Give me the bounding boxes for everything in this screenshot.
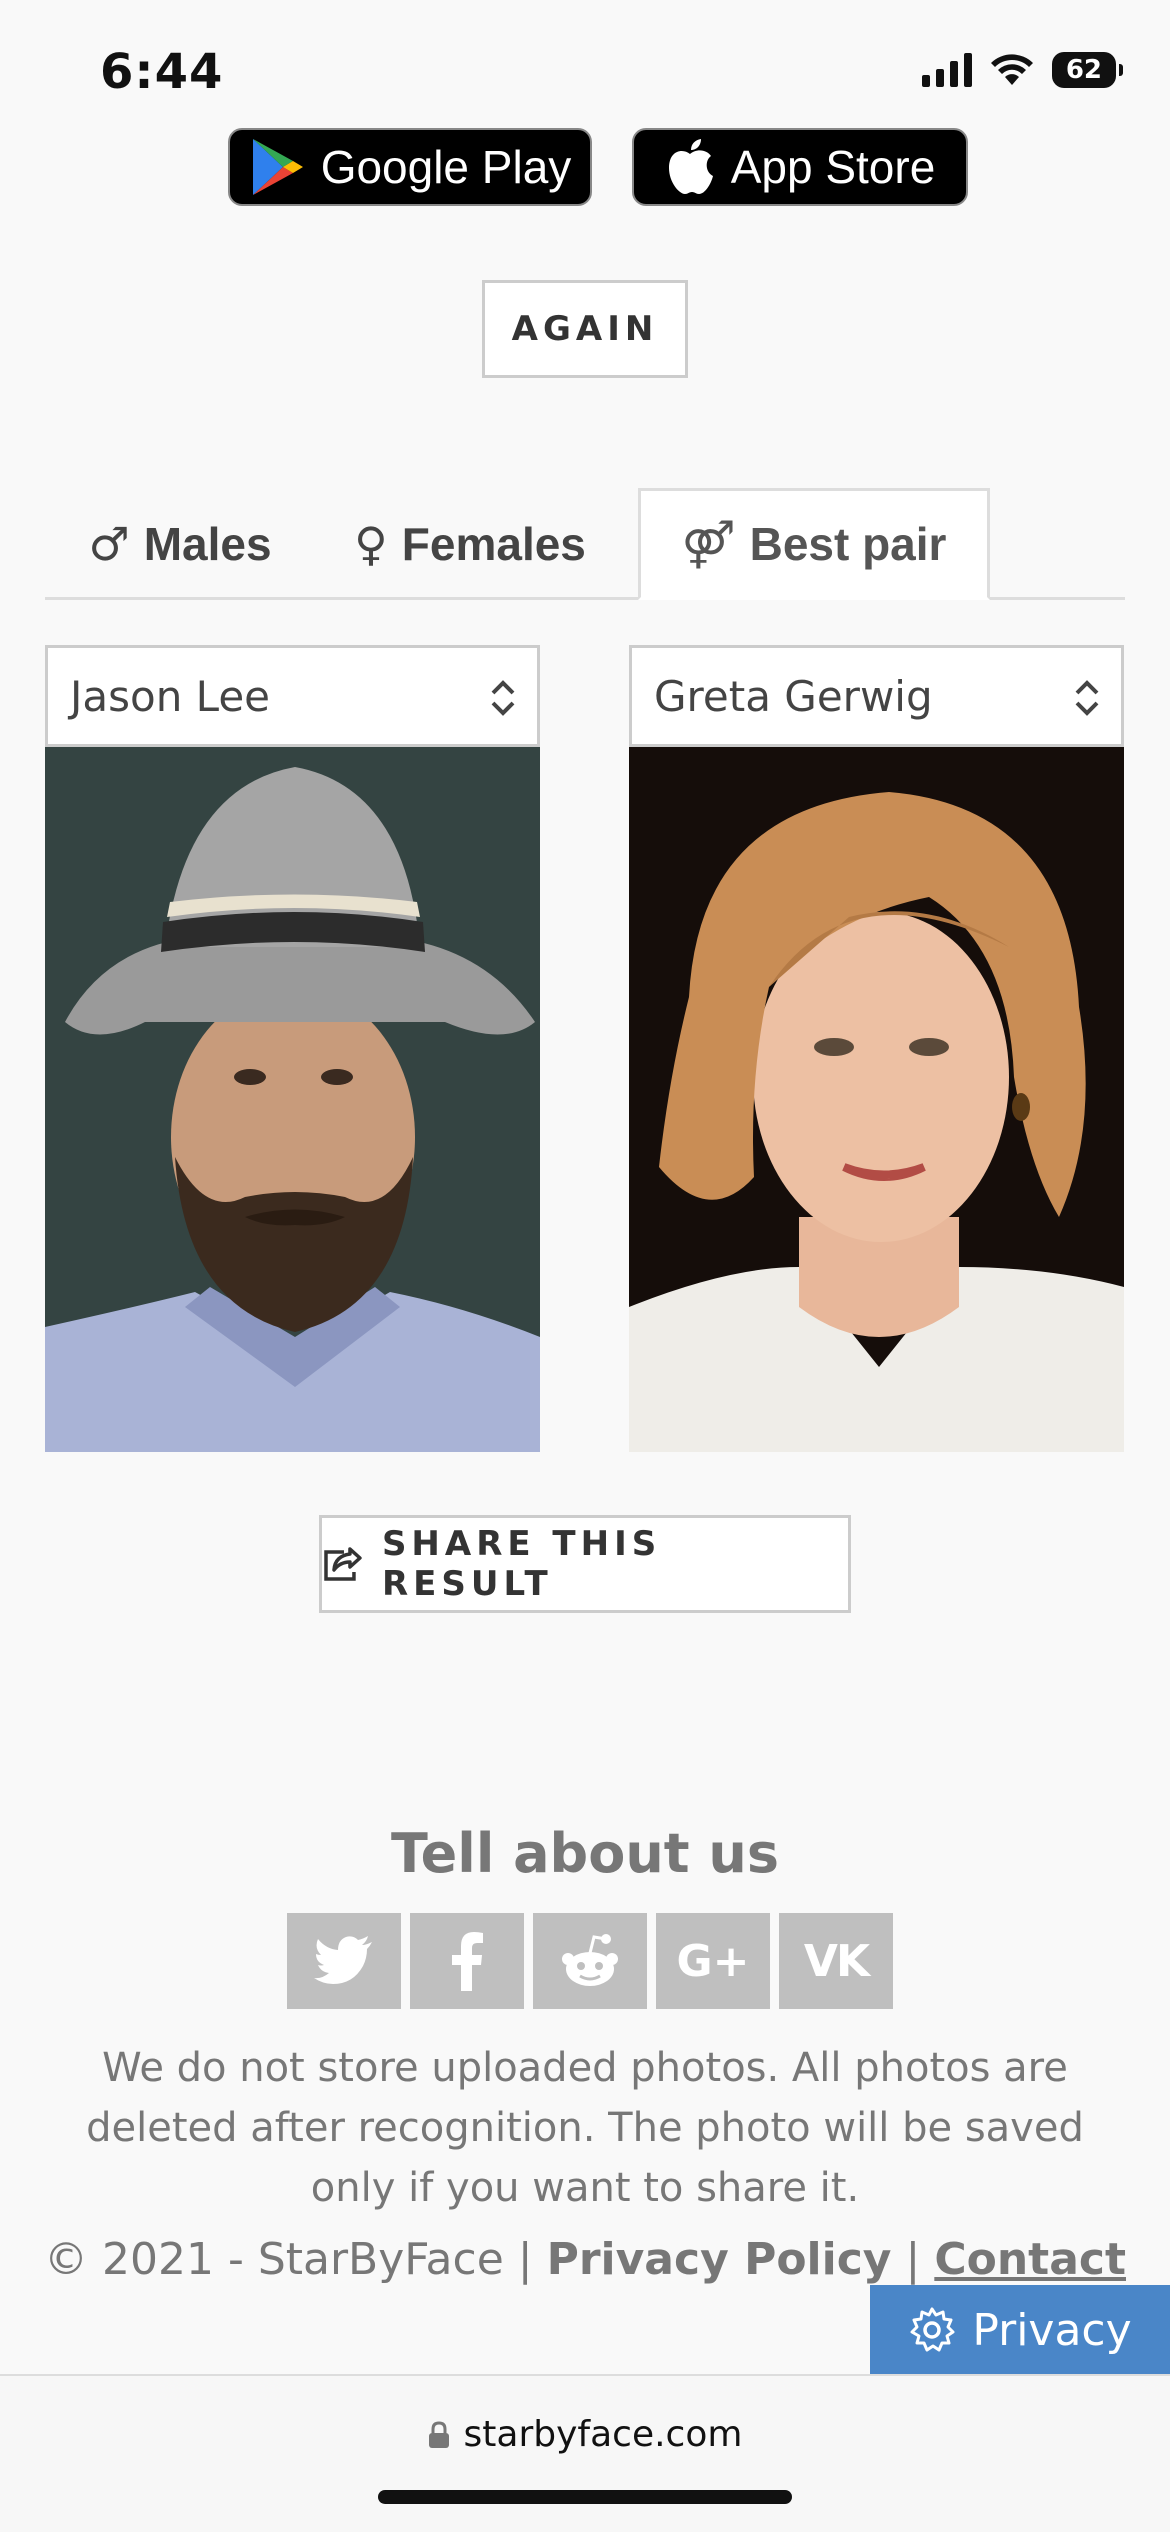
url-text: starbyface.com: [463, 2414, 743, 2455]
google-plus-icon: G+: [676, 1935, 750, 1987]
google-play-label: Google Play: [320, 141, 572, 193]
share-result-button[interactable]: SHARE THIS RESULT: [319, 1515, 851, 1613]
select-arrows-icon: [1075, 680, 1099, 716]
app-store-badge[interactable]: App Store: [632, 128, 968, 206]
tell-about-us-heading: Tell about us: [391, 1822, 779, 1885]
male-celebrity-select[interactable]: Jason Lee: [45, 645, 540, 747]
vk-share-button[interactable]: VK: [779, 1913, 893, 2009]
tab-females-label: Females: [401, 518, 586, 570]
select-arrows-icon: [491, 680, 515, 716]
google-plus-share-button[interactable]: G+: [656, 1913, 770, 2009]
vk-icon: VK: [803, 1935, 870, 1987]
gear-icon: [910, 2307, 955, 2352]
status-time: 6:44: [100, 44, 224, 100]
footer-separator: |: [905, 2234, 921, 2285]
twitter-icon: [314, 1936, 372, 1984]
facebook-icon: [452, 1932, 483, 1991]
reddit-icon: [562, 1934, 618, 1986]
cellular-signal-icon: [921, 53, 972, 87]
lock-icon: [428, 2420, 449, 2448]
facebook-share-button[interactable]: [410, 1913, 524, 2009]
privacy-button-label: Privacy: [972, 2304, 1132, 2356]
again-button[interactable]: AGAIN: [482, 280, 688, 378]
home-indicator[interactable]: [378, 2490, 792, 2504]
footer-copyright-line: © 2021 - StarByFace | Privacy Policy | C…: [0, 2234, 1170, 2285]
privacy-settings-button[interactable]: Privacy: [870, 2285, 1170, 2375]
share-icon: [324, 1547, 362, 1581]
share-result-label: SHARE THIS RESULT: [381, 1524, 662, 1604]
app-store-label: App Store: [730, 141, 936, 193]
tab-best-pair-label: Best pair: [749, 518, 947, 570]
contact-link[interactable]: Contact: [934, 2234, 1126, 2285]
google-play-badge[interactable]: Google Play: [228, 128, 592, 206]
browser-address-bar[interactable]: starbyface.com: [0, 2374, 1170, 2532]
tab-males-label: Males: [143, 518, 272, 570]
status-icons: 62: [921, 52, 1124, 88]
tab-females[interactable]: ♀ Females: [340, 488, 600, 600]
google-play-icon: [252, 139, 303, 195]
female-icon: ♀: [354, 517, 388, 571]
wifi-icon: [990, 54, 1033, 85]
male-celebrity-photo: [45, 747, 540, 1452]
male-celebrity-value: Jason Lee: [70, 671, 271, 721]
copyright-text: © 2021 - StarByFace: [44, 2234, 504, 2285]
tab-males[interactable]: ♂ Males: [60, 488, 300, 600]
footer-separator: |: [517, 2234, 533, 2285]
female-celebrity-value: Greta Gerwig: [654, 671, 933, 721]
privacy-disclaimer: We do not store uploaded photos. All pho…: [86, 2045, 1084, 2211]
reddit-share-button[interactable]: [533, 1913, 647, 2009]
female-celebrity-photo: [629, 747, 1124, 1452]
twitter-share-button[interactable]: [287, 1913, 401, 2009]
battery-icon: 62: [1051, 52, 1124, 88]
apple-icon: [668, 139, 713, 194]
tab-best-pair[interactable]: ⚤ Best pair: [638, 488, 990, 600]
pair-icon: ⚤: [681, 517, 736, 571]
female-celebrity-select[interactable]: Greta Gerwig: [629, 645, 1124, 747]
privacy-policy-link[interactable]: Privacy Policy: [547, 2234, 892, 2285]
male-icon: ♂: [88, 517, 130, 571]
